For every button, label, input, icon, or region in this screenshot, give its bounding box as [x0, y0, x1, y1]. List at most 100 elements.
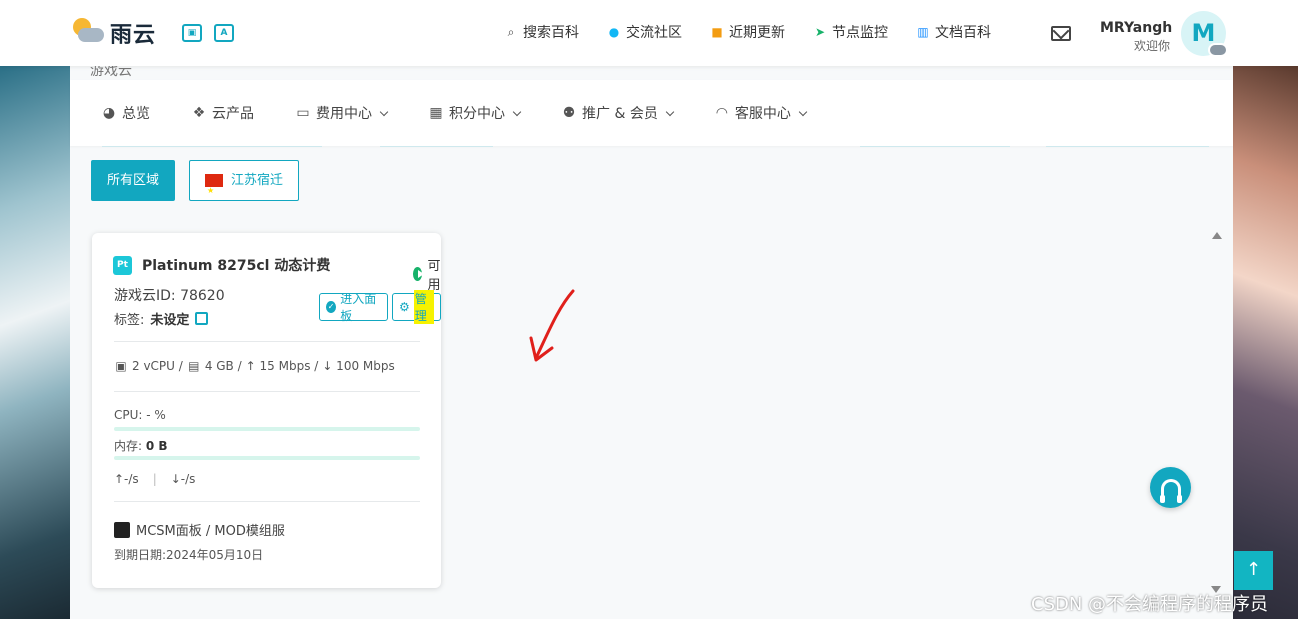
top-navbar: 雨云 ▣ A ⌕ 搜索百科 ● 交流社区 ■ 近期更新 ➤ 节点监控 ▥ 文档百…	[0, 0, 1298, 66]
expire-date: 到期日期:2024年05月10日	[114, 548, 264, 562]
topnav-search-label: 搜索百科	[523, 25, 579, 41]
subnav-referral-label: 推广 & 会员	[582, 106, 658, 122]
topnav-community[interactable]: ● 交流社区	[607, 22, 682, 42]
memory-metric: 内存: 0 B	[114, 437, 168, 454]
brand-logo[interactable]: 雨云	[70, 16, 156, 50]
book-icon: ▥	[917, 25, 929, 39]
translate-icon[interactable]: A	[214, 24, 234, 42]
mem-label: 内存:	[114, 439, 143, 453]
subnav-divider	[380, 146, 493, 147]
chevron-down-icon	[512, 107, 522, 116]
net-down: ↓-/s	[170, 472, 196, 486]
top-nav: ⌕ 搜索百科 ● 交流社区 ■ 近期更新 ➤ 节点监控 ▥ 文档百科	[504, 22, 991, 42]
mem-value: 0 B	[145, 439, 168, 453]
mail-icon[interactable]	[1051, 26, 1071, 41]
brand-name: 雨云	[110, 23, 157, 48]
users-icon: ⚉	[562, 105, 576, 121]
cpu-metric: CPU: - %	[114, 408, 166, 422]
server-tag: 标签: 未设定	[114, 309, 209, 328]
subnav-overview[interactable]: ◕ 总览	[102, 103, 150, 123]
card-header: Pt Platinum 8275cl 动态计费	[113, 255, 330, 275]
region-filter: 所有区域 江苏宿迁	[91, 160, 300, 210]
region-jiangsu-button[interactable]: 江苏宿迁	[189, 160, 300, 210]
watermark: CSDN @不会编程序的程序员	[1031, 594, 1269, 615]
topnav-community-label: 交流社区	[626, 25, 682, 41]
cpu-spec: 2 vCPU /	[132, 359, 183, 373]
background-art-left	[0, 66, 70, 619]
subnav-overview-label: 总览	[122, 106, 150, 122]
divider	[114, 391, 420, 392]
chevron-down-icon	[665, 107, 675, 116]
news-icon: ■	[711, 25, 723, 39]
user-info[interactable]: MRYangh 欢迎你	[1100, 20, 1173, 54]
cpu-value: - %	[146, 408, 166, 422]
enter-panel-label: 进入面板	[340, 292, 377, 323]
server-specs: ▣ 2 vCPU / ▤ 4 GB / ↑ 15 Mbps / ↓ 100 Mb…	[114, 359, 395, 373]
subnav-divider	[1046, 146, 1209, 147]
net-up: ↑-/s	[114, 472, 139, 486]
manage-label: 管理	[413, 290, 434, 324]
search-icon: ⌕	[507, 25, 515, 39]
subnav-billing-label: 费用中心	[316, 106, 372, 122]
mcsm-icon	[114, 521, 130, 538]
subnav-billing[interactable]: ▭ 费用中心	[296, 103, 389, 123]
chip-icon: ▣	[115, 359, 127, 373]
topnav-monitor-label: 节点监控	[832, 25, 888, 41]
divider	[114, 341, 420, 342]
card-title: Platinum 8275cl 动态计费	[142, 258, 331, 274]
customer-support-button[interactable]	[1150, 467, 1191, 508]
enter-panel-button[interactable]: ✓ 进入面板	[319, 292, 388, 323]
topnav-updates-label: 近期更新	[729, 25, 785, 41]
net-separator: |	[152, 472, 157, 486]
download-spec: ↓ 100 Mbps	[322, 359, 395, 373]
cpu-progress-bar	[114, 427, 420, 431]
weather-logo-icon	[70, 16, 106, 50]
server-id: 游戏云ID: 78620	[114, 288, 225, 304]
background-art-right	[1232, 66, 1298, 619]
region-jiangsu-label: 江苏宿迁	[231, 173, 284, 188]
user-welcome: 欢迎你	[1133, 39, 1170, 53]
gift-icon: ▦	[429, 105, 443, 121]
chevron-down-icon	[379, 107, 389, 116]
divider	[114, 501, 420, 502]
image-icon[interactable]: ▣	[182, 24, 202, 42]
subnav-products[interactable]: ❖ 云产品	[192, 103, 254, 123]
os-label: MCSM面板 / MOD模组服	[136, 524, 285, 539]
manage-button[interactable]: ⚙ 管理	[391, 290, 441, 324]
cpu-label: CPU:	[114, 408, 143, 422]
topnav-monitor[interactable]: ➤ 节点监控	[813, 22, 888, 42]
edit-icon[interactable]	[195, 312, 209, 325]
os-info: MCSM面板 / MOD模组服	[114, 520, 285, 539]
cloud-icon	[1208, 43, 1228, 57]
region-all-button[interactable]: 所有区域	[91, 160, 176, 201]
ram-spec: 4 GB /	[204, 359, 242, 373]
china-flag-icon	[205, 171, 224, 210]
scroll-up-arrow[interactable]	[1212, 232, 1222, 239]
subnav-products-label: 云产品	[212, 106, 254, 122]
sub-nav: ◕ 总览 ❖ 云产品 ▭ 费用中心 ▦ 积分中心 ⚉ 推广 & 会员 ◠ 客服中…	[70, 80, 1233, 146]
subnav-divider	[860, 146, 1010, 147]
user-name: MRYangh	[1100, 20, 1173, 36]
header-tools: ▣ A	[182, 24, 234, 42]
check-icon: ✓	[326, 301, 337, 313]
back-to-top-button[interactable]: ↑	[1234, 551, 1273, 590]
subnav-divider	[102, 146, 322, 147]
topnav-docs[interactable]: ▥ 文档百科	[916, 22, 991, 42]
avatar[interactable]: M	[1181, 11, 1228, 57]
network-speed: ↑-/s | ↓-/s	[114, 472, 195, 486]
card-actions: ✓ 进入面板 ⚙ 管理	[319, 290, 441, 324]
platinum-badge: Pt	[113, 255, 132, 275]
status-badge: 可用	[413, 255, 445, 293]
subnav-points[interactable]: ▦ 积分中心	[429, 103, 522, 123]
subnav-support-label: 客服中心	[734, 106, 791, 122]
upload-spec: ↑ 15 Mbps /	[245, 359, 319, 373]
subnav-support[interactable]: ◠ 客服中心	[715, 103, 808, 123]
subnav-referral[interactable]: ⚉ 推广 & 会员	[562, 103, 675, 123]
money-icon: ▭	[296, 105, 310, 121]
topnav-updates[interactable]: ■ 近期更新	[710, 22, 785, 42]
play-icon	[413, 267, 425, 281]
topnav-search[interactable]: ⌕ 搜索百科	[504, 22, 579, 42]
headset-icon	[1159, 478, 1182, 503]
gear-icon: ⚙	[398, 300, 410, 314]
qq-icon: ●	[608, 25, 620, 39]
